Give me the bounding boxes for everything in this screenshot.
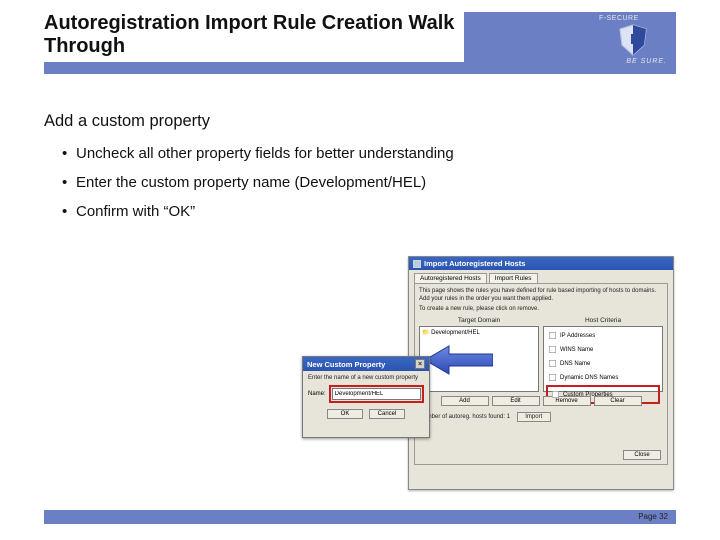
slide-title-wrap: Autoregistration Import Rule Creation Wa… [44, 10, 464, 62]
edit-button[interactable]: Edit [492, 396, 540, 406]
slide-footer-bar [44, 510, 676, 524]
name-input[interactable] [332, 388, 421, 400]
shield-icon: F [616, 23, 650, 57]
criteria-checkbox[interactable] [549, 359, 556, 366]
window-icon [413, 260, 421, 268]
svg-text:F: F [630, 31, 639, 48]
close-icon[interactable]: × [415, 359, 425, 369]
ok-button[interactable]: OK [327, 409, 363, 419]
slide-content: Add a custom property Uncheck all other … [44, 112, 664, 232]
prop-dialog-titlebar: New Custom Property × [303, 357, 429, 371]
criteria-checkbox[interactable] [549, 345, 556, 352]
domain-item[interactable]: 📁 Development/HEL [422, 329, 536, 336]
criteria-label: IP Addresses [560, 333, 595, 339]
hosts-found-value: 1 [507, 414, 510, 420]
prop-dialog-title: New Custom Property [307, 360, 385, 369]
page-number: Page 32 [638, 512, 668, 521]
close-button[interactable]: Close [623, 450, 661, 460]
import-desc-2: To create a new rule, please click on re… [419, 306, 663, 314]
bullet-item: Enter the custom property name (Developm… [62, 174, 664, 191]
subtitle: Add a custom property [44, 112, 664, 131]
criteria-checkbox[interactable] [552, 390, 559, 397]
criteria-label: DNS Name [560, 361, 590, 367]
name-input-highlight [329, 385, 424, 403]
add-button[interactable]: Add [441, 396, 489, 406]
host-criteria-list[interactable]: IP Addresses WINS Name DNS Name Dynamic … [543, 326, 663, 392]
criteria-item: IP Addresses [546, 329, 660, 342]
import-window-title: Import Autoregistered Hosts [424, 259, 525, 268]
criteria-checkbox[interactable] [549, 331, 556, 338]
prop-dialog-text: Enter the name of a new custom property [308, 375, 424, 381]
criteria-item: WINS Name [546, 343, 660, 356]
rule-button-row: Add Edit Remove Clear [419, 396, 663, 406]
import-button[interactable]: Import [517, 412, 551, 422]
hosts-found-label: Number of autoreg. hosts found: [419, 414, 505, 420]
bullet-item: Uncheck all other property fields for be… [62, 145, 664, 162]
remove-button[interactable]: Remove [543, 396, 591, 406]
clear-button[interactable]: Clear [594, 396, 642, 406]
callout-arrow-icon [423, 344, 493, 376]
tab-autoreg-hosts[interactable]: Autoregistered Hosts [414, 273, 487, 283]
bullet-item: Confirm with “OK” [62, 203, 664, 220]
bullet-list: Uncheck all other property fields for be… [44, 145, 664, 220]
domain-item-label: Development/HEL [431, 330, 480, 336]
logo-brand-text: F-SECURE [599, 15, 667, 22]
criteria-item: DNS Name [546, 357, 660, 370]
new-custom-property-dialog: New Custom Property × Enter the name of … [302, 356, 430, 438]
slide-title: Autoregistration Import Rule Creation Wa… [44, 12, 464, 58]
fsecure-logo: F-SECURE F BE SURE. [599, 15, 667, 71]
import-desc-1: This page shows the rules you have defin… [419, 288, 663, 303]
host-criteria-header: Host Criteria [543, 317, 663, 324]
target-domain-header: Target Domain [419, 317, 539, 324]
import-window-titlebar: Import Autoregistered Hosts [409, 257, 673, 270]
criteria-label: WINS Name [560, 347, 593, 353]
tab-import-rules[interactable]: Import Rules [489, 273, 538, 283]
logo-tagline: BE SURE. [599, 58, 667, 65]
cancel-button[interactable]: Cancel [369, 409, 405, 419]
criteria-item: Dynamic DNS Names [546, 371, 660, 384]
criteria-checkbox[interactable] [549, 373, 556, 380]
name-label: Name: [308, 391, 326, 397]
tab-row: Autoregistered Hosts Import Rules [409, 270, 673, 283]
hosts-found-row: Number of autoreg. hosts found: 1 Import [419, 412, 663, 422]
criteria-label: Dynamic DNS Names [560, 375, 618, 381]
